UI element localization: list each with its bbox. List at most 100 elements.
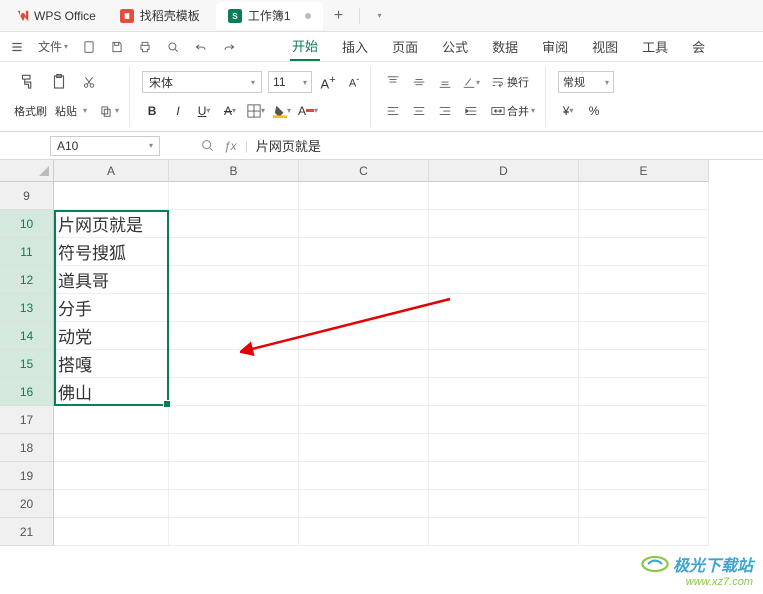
col-header-D[interactable]: D xyxy=(429,160,579,182)
cell-C11[interactable] xyxy=(299,238,429,266)
col-header-C[interactable]: C xyxy=(299,160,429,182)
cell-E18[interactable] xyxy=(579,434,709,462)
merge-button[interactable]: 合并▾ xyxy=(487,101,539,121)
cell-E11[interactable] xyxy=(579,238,709,266)
orientation-button[interactable]: ▾ xyxy=(461,72,481,92)
cell-D16[interactable] xyxy=(429,378,579,406)
strike-button[interactable]: A▾ xyxy=(220,101,240,121)
row-header-18[interactable]: 18 xyxy=(0,434,54,462)
zoom-icon[interactable] xyxy=(200,138,216,154)
cell-B18[interactable] xyxy=(169,434,299,462)
col-header-E[interactable]: E xyxy=(579,160,709,182)
cell-C20[interactable] xyxy=(299,490,429,518)
menu-tools[interactable]: 工具 xyxy=(640,33,670,60)
cell-D13[interactable] xyxy=(429,294,579,322)
percent-button[interactable]: % xyxy=(584,101,604,121)
col-header-B[interactable]: B xyxy=(169,160,299,182)
cell-B14[interactable] xyxy=(169,322,299,350)
cell-A10[interactable]: 片网页就是 xyxy=(54,210,169,238)
col-header-A[interactable]: A xyxy=(54,160,169,182)
cell-B10[interactable] xyxy=(169,210,299,238)
cell-D10[interactable] xyxy=(429,210,579,238)
formula-input[interactable]: 片网页就是 xyxy=(256,136,321,155)
cell-A16[interactable]: 佛山 xyxy=(54,378,169,406)
align-middle-button[interactable] xyxy=(409,72,429,92)
cell-A9[interactable] xyxy=(54,182,169,210)
bold-button[interactable]: B xyxy=(142,101,162,121)
tab-workbook[interactable]: S 工作簿1 xyxy=(216,2,323,30)
font-size-select[interactable]: 11 ▾ xyxy=(268,71,312,93)
increase-font-button[interactable]: A+ xyxy=(318,72,338,92)
cell-C13[interactable] xyxy=(299,294,429,322)
cell-E19[interactable] xyxy=(579,462,709,490)
cell-E12[interactable] xyxy=(579,266,709,294)
redo-icon[interactable] xyxy=(222,40,236,54)
cell-E21[interactable] xyxy=(579,518,709,546)
row-header-13[interactable]: 13 xyxy=(0,294,54,322)
cell-A20[interactable] xyxy=(54,490,169,518)
cell-C19[interactable] xyxy=(299,462,429,490)
decrease-font-button[interactable]: A- xyxy=(344,72,364,92)
align-right-button[interactable] xyxy=(435,101,455,121)
row-header-19[interactable]: 19 xyxy=(0,462,54,490)
select-all-corner[interactable] xyxy=(0,160,54,182)
print-icon[interactable] xyxy=(138,40,152,54)
cell-E9[interactable] xyxy=(579,182,709,210)
cell-B9[interactable] xyxy=(169,182,299,210)
cell-B21[interactable] xyxy=(169,518,299,546)
tab-template[interactable]: 找稻壳模板 xyxy=(108,2,212,30)
row-header-10[interactable]: 10 xyxy=(0,210,54,238)
cell-E14[interactable] xyxy=(579,322,709,350)
menu-data[interactable]: 数据 xyxy=(490,33,520,60)
align-left-button[interactable] xyxy=(383,101,403,121)
cell-D20[interactable] xyxy=(429,490,579,518)
cell-A21[interactable] xyxy=(54,518,169,546)
row-header-21[interactable]: 21 xyxy=(0,518,54,546)
row-header-11[interactable]: 11 xyxy=(0,238,54,266)
number-format-select[interactable]: 常规 ▾ xyxy=(558,71,614,93)
font-name-select[interactable]: 宋体 ▾ xyxy=(142,71,262,93)
row-header-9[interactable]: 9 xyxy=(0,182,54,210)
cell-E10[interactable] xyxy=(579,210,709,238)
menu-page[interactable]: 页面 xyxy=(390,33,420,60)
cell-D18[interactable] xyxy=(429,434,579,462)
cell-B17[interactable] xyxy=(169,406,299,434)
currency-button[interactable]: ¥▾ xyxy=(558,101,578,121)
tab-menu-button[interactable]: ▾ xyxy=(368,4,392,28)
cell-D12[interactable] xyxy=(429,266,579,294)
cell-E15[interactable] xyxy=(579,350,709,378)
cell-A17[interactable] xyxy=(54,406,169,434)
fx-icon[interactable]: ƒx xyxy=(224,139,237,153)
cell-C21[interactable] xyxy=(299,518,429,546)
menu-more[interactable]: 会 xyxy=(690,33,707,60)
name-box[interactable]: A10 ▾ xyxy=(50,136,160,156)
save-icon[interactable] xyxy=(110,40,124,54)
fill-color-button[interactable]: ▾ xyxy=(272,101,292,121)
cell-B15[interactable] xyxy=(169,350,299,378)
format-painter-button[interactable] xyxy=(14,71,40,93)
cell-B12[interactable] xyxy=(169,266,299,294)
cell-B19[interactable] xyxy=(169,462,299,490)
border-button[interactable]: ▾ xyxy=(246,101,266,121)
row-header-17[interactable]: 17 xyxy=(0,406,54,434)
file-menu-button[interactable]: 文件 ▾ xyxy=(38,38,68,55)
row-header-15[interactable]: 15 xyxy=(0,350,54,378)
cell-C17[interactable] xyxy=(299,406,429,434)
cell-C9[interactable] xyxy=(299,182,429,210)
cell-C16[interactable] xyxy=(299,378,429,406)
paste-button[interactable] xyxy=(46,71,72,93)
menu-formula[interactable]: 公式 xyxy=(440,33,470,60)
cell-A15[interactable]: 搭嘎 xyxy=(54,350,169,378)
row-header-16[interactable]: 16 xyxy=(0,378,54,406)
font-color-button[interactable]: A▾ xyxy=(298,101,318,121)
italic-button[interactable]: I xyxy=(168,101,188,121)
cell-C18[interactable] xyxy=(299,434,429,462)
undo-icon[interactable] xyxy=(194,40,208,54)
cell-C15[interactable] xyxy=(299,350,429,378)
cell-C12[interactable] xyxy=(299,266,429,294)
cell-E17[interactable] xyxy=(579,406,709,434)
menu-review[interactable]: 审阅 xyxy=(540,33,570,60)
wrap-button[interactable]: 换行 xyxy=(487,72,533,92)
add-tab-button[interactable]: + xyxy=(327,4,351,28)
cell-B11[interactable] xyxy=(169,238,299,266)
